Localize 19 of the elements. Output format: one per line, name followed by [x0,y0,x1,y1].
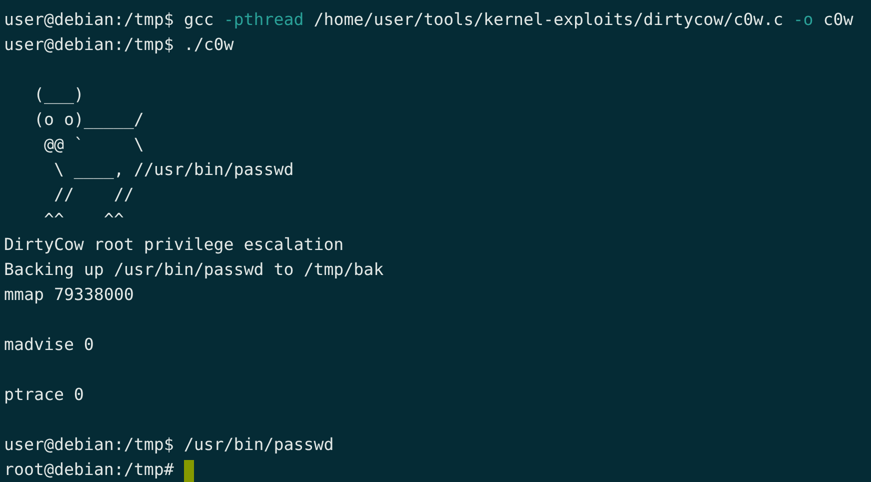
terminal-text: user@debian:/tmp$ /usr/bin/passwd [4,434,334,456]
terminal-text: madvise 0 [4,334,94,356]
terminal-text: user@debian:/tmp$ gcc [4,9,215,32]
terminal-text: mmap 79338000 [4,284,134,306]
terminal-text: Backing up /usr/bin/passwd to /tmp/bak [4,259,384,282]
ascii-art-line: (___) [32,84,84,106]
terminal-text: user@debian:/tmp$ ./c0w [4,34,234,56]
ascii-art-line: (o o)_____/ [32,109,144,132]
terminal-text: /home/user/tools/kernel-exploits/dirtycow/c0w.c [312,9,784,32]
ascii-art-line: @@ ` \ [42,134,144,156]
terminal-text: ptrace 0 [4,384,84,406]
option-text: -o [793,9,814,32]
ascii-art-line: // // [52,184,134,206]
terminal-text: DirtyCow root privilege escalation [4,234,344,256]
ascii-art-line: ^^ ^^ [42,209,124,232]
ascii-art-line: \ ____, //usr/bin/passwd [52,159,294,182]
terminal-text: root@debian:/tmp# [4,459,175,482]
terminal-text: c0w [822,9,854,32]
option-text: -pthread [224,9,304,32]
